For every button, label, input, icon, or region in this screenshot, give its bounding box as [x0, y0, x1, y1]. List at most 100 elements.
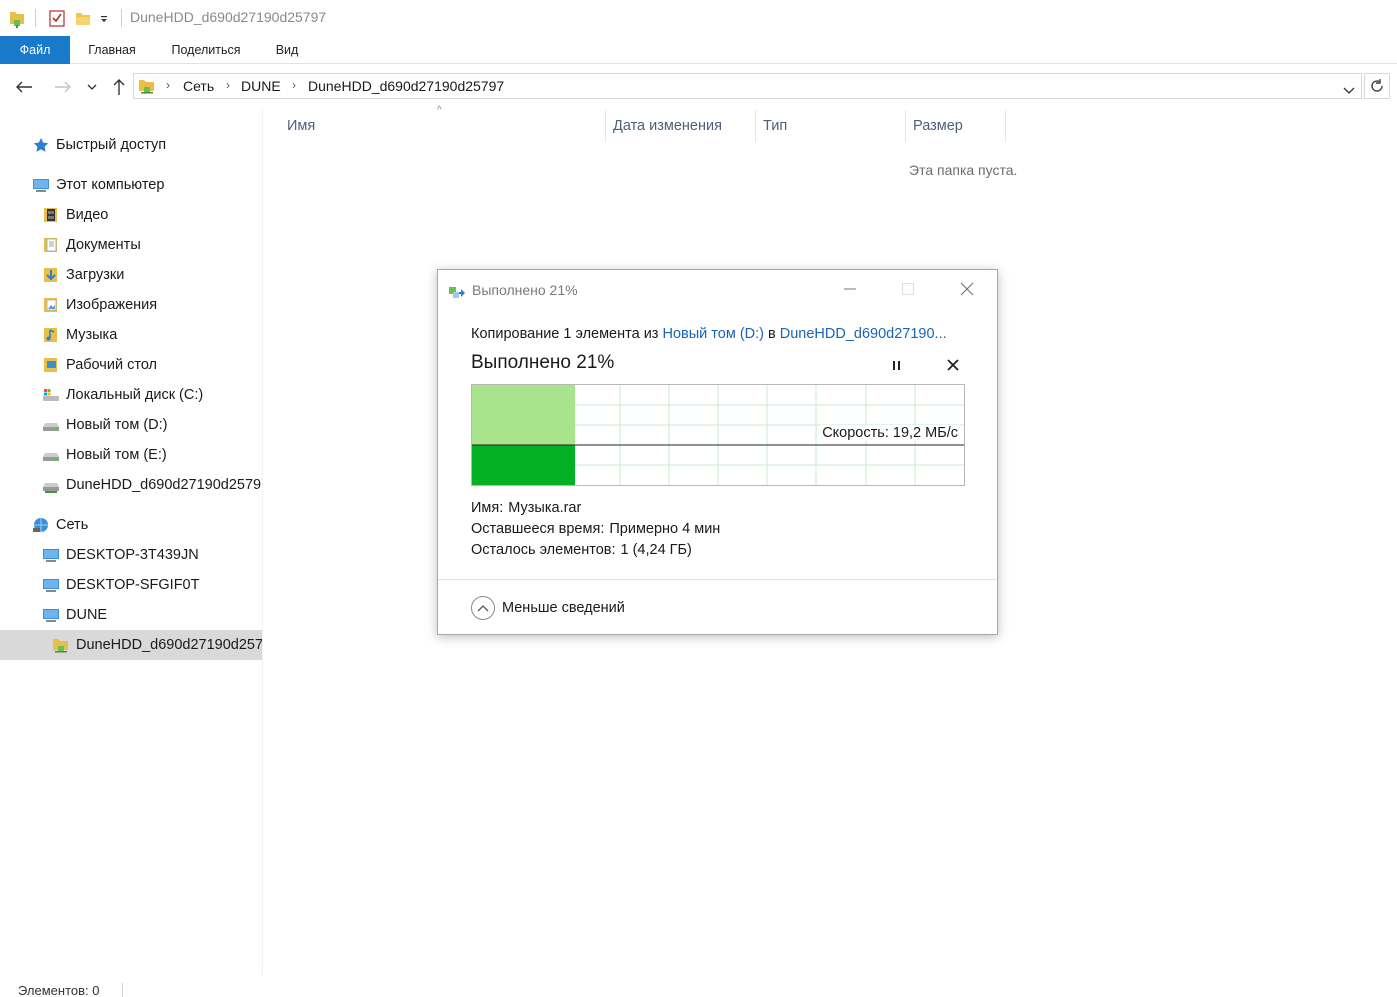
items-remaining-key: Осталось элементов: — [471, 542, 616, 558]
network-drive-icon — [42, 477, 60, 493]
copy-description: Копирование 1 элемента из Новый том (D:)… — [471, 326, 947, 342]
customize-qa-dropdown-icon[interactable] — [99, 12, 109, 28]
source-link[interactable]: Новый том (D:) — [662, 326, 764, 342]
nav-label: Музыка — [66, 327, 118, 343]
breadcrumb-chevron-icon[interactable]: › — [226, 78, 230, 92]
pictures-folder-icon — [42, 297, 60, 313]
speed-label: Скорость: 19,2 МБ/с — [820, 425, 960, 441]
less-details-label: Меньше сведений — [502, 600, 625, 616]
breadcrumb-dune[interactable]: DUNE — [241, 78, 281, 94]
nav-label: Локальный диск (C:) — [66, 387, 204, 403]
nav-dune[interactable]: DUNE — [0, 600, 262, 630]
breadcrumb-chevron-icon[interactable]: › — [166, 78, 170, 92]
nav-desktop-3t439jn[interactable]: DESKTOP-3T439JN — [0, 540, 262, 570]
network-icon — [32, 517, 50, 533]
up-button[interactable] — [108, 76, 130, 98]
nav-label: Загрузки — [66, 267, 125, 283]
nav-this-pc[interactable]: Этот компьютер — [0, 170, 262, 200]
tab-home[interactable]: Главная — [80, 36, 144, 64]
less-details-button[interactable]: Меньше сведений — [471, 596, 625, 620]
system-drive-icon — [42, 387, 60, 403]
network-folder-icon — [138, 77, 156, 98]
star-icon — [32, 137, 50, 153]
address-bar[interactable]: › Сеть › DUNE › DuneHDD_d690d27190d25797 — [133, 73, 1362, 99]
music-folder-icon — [42, 327, 60, 343]
breadcrumb-dunehdd[interactable]: DuneHDD_d690d27190d25797 — [308, 78, 504, 94]
address-dropdown-icon[interactable] — [1343, 82, 1355, 98]
nav-label: DuneHDD_d690d27190d25797 — [76, 637, 262, 653]
forward-arrow-icon — [55, 81, 71, 93]
nav-documents[interactable]: Документы — [0, 230, 262, 260]
drive-icon — [42, 417, 60, 433]
close-button[interactable] — [952, 278, 982, 300]
empty-folder-message: Эта папка пуста. — [909, 162, 1018, 178]
column-divider[interactable] — [605, 110, 606, 142]
column-header-date[interactable]: Дата изменения — [613, 110, 722, 142]
tab-view[interactable]: Вид — [268, 36, 306, 64]
refresh-icon — [1371, 79, 1383, 92]
items-remaining-value: 1 (4,24 ГБ) — [620, 542, 692, 558]
chevron-up-icon — [471, 596, 495, 620]
nav-downloads[interactable]: Загрузки — [0, 260, 262, 290]
nav-network[interactable]: Сеть — [0, 510, 262, 540]
drive-icon — [42, 447, 60, 463]
nav-desktop-sfgif0t[interactable]: DESKTOP-SFGIF0T — [0, 570, 262, 600]
nav-drive-d[interactable]: Новый том (D:) — [0, 410, 262, 440]
progress-fill-dark — [472, 445, 575, 485]
column-divider[interactable] — [755, 110, 756, 142]
items-remaining-row: Осталось элементов: 1 (4,24 ГБ) — [471, 542, 692, 558]
breadcrumb-network[interactable]: Сеть — [183, 78, 214, 94]
up-arrow-icon — [113, 79, 125, 95]
tab-share[interactable]: Поделиться — [160, 36, 252, 64]
time-remaining-row: Оставшееся время: Примерно 4 мин — [471, 521, 720, 537]
copy-description-prefix: Копирование 1 элемента из — [471, 326, 659, 342]
tab-file[interactable]: Файл — [0, 36, 70, 64]
nav-desktop[interactable]: Рабочий стол — [0, 350, 262, 380]
nav-label: Этот компьютер — [56, 177, 165, 193]
nav-pictures[interactable]: Изображения — [0, 290, 262, 320]
nav-music[interactable]: Музыка — [0, 320, 262, 350]
navigation-pane: Быстрый доступ Этот компьютер Видео Доку… — [0, 110, 262, 975]
new-folder-icon[interactable] — [74, 8, 92, 31]
column-header-size[interactable]: Размер — [913, 110, 963, 142]
nav-dunehdd-share[interactable]: DuneHDD_d690d27190d25797 — [0, 630, 262, 660]
breadcrumb-chevron-icon[interactable]: › — [292, 78, 296, 92]
nav-network-drive[interactable]: DuneHDD_d690d27190d25797 — [0, 470, 262, 500]
computer-icon — [42, 607, 60, 623]
cancel-copy-button[interactable] — [943, 355, 963, 375]
refresh-button[interactable] — [1364, 73, 1390, 99]
forward-button[interactable] — [52, 76, 74, 98]
nav-video[interactable]: Видео — [0, 200, 262, 230]
nav-label: Видео — [66, 207, 109, 223]
time-remaining-value: Примерно 4 мин — [609, 521, 721, 537]
minimize-button[interactable] — [835, 278, 865, 300]
back-button[interactable] — [13, 76, 35, 98]
documents-folder-icon — [42, 237, 60, 253]
nav-label: DESKTOP-3T439JN — [66, 547, 199, 563]
pane-divider[interactable] — [262, 110, 263, 975]
nav-label: Документы — [66, 237, 141, 253]
computer-icon — [32, 177, 50, 193]
back-arrow-icon — [16, 81, 32, 93]
column-divider[interactable] — [1005, 110, 1006, 142]
sort-ascending-icon: ^ — [437, 105, 442, 116]
properties-icon[interactable] — [48, 8, 66, 31]
column-header-name[interactable]: Имя — [287, 110, 315, 142]
nav-quick-access[interactable]: Быстрый доступ — [0, 130, 262, 160]
pause-button[interactable] — [887, 355, 907, 375]
qa-separator — [121, 9, 122, 27]
file-name-value: Музыка.rar — [508, 500, 582, 516]
desktop-folder-icon — [42, 357, 60, 373]
folder-app-icon — [8, 8, 26, 31]
nav-label: Рабочий стол — [66, 357, 158, 373]
recent-locations-button[interactable] — [83, 76, 101, 98]
shared-folder-icon — [52, 637, 70, 653]
nav-label: Сеть — [56, 517, 89, 533]
column-header-type[interactable]: Тип — [763, 110, 787, 142]
nav-drive-c[interactable]: Локальный диск (C:) — [0, 380, 262, 410]
nav-drive-e[interactable]: Новый том (E:) — [0, 440, 262, 470]
destination-link[interactable]: DuneHDD_d690d27190... — [780, 326, 947, 342]
column-divider[interactable] — [905, 110, 906, 142]
transfer-speed-graph: Скорость: 19,2 МБ/с — [471, 384, 965, 486]
cancel-icon — [947, 359, 959, 371]
